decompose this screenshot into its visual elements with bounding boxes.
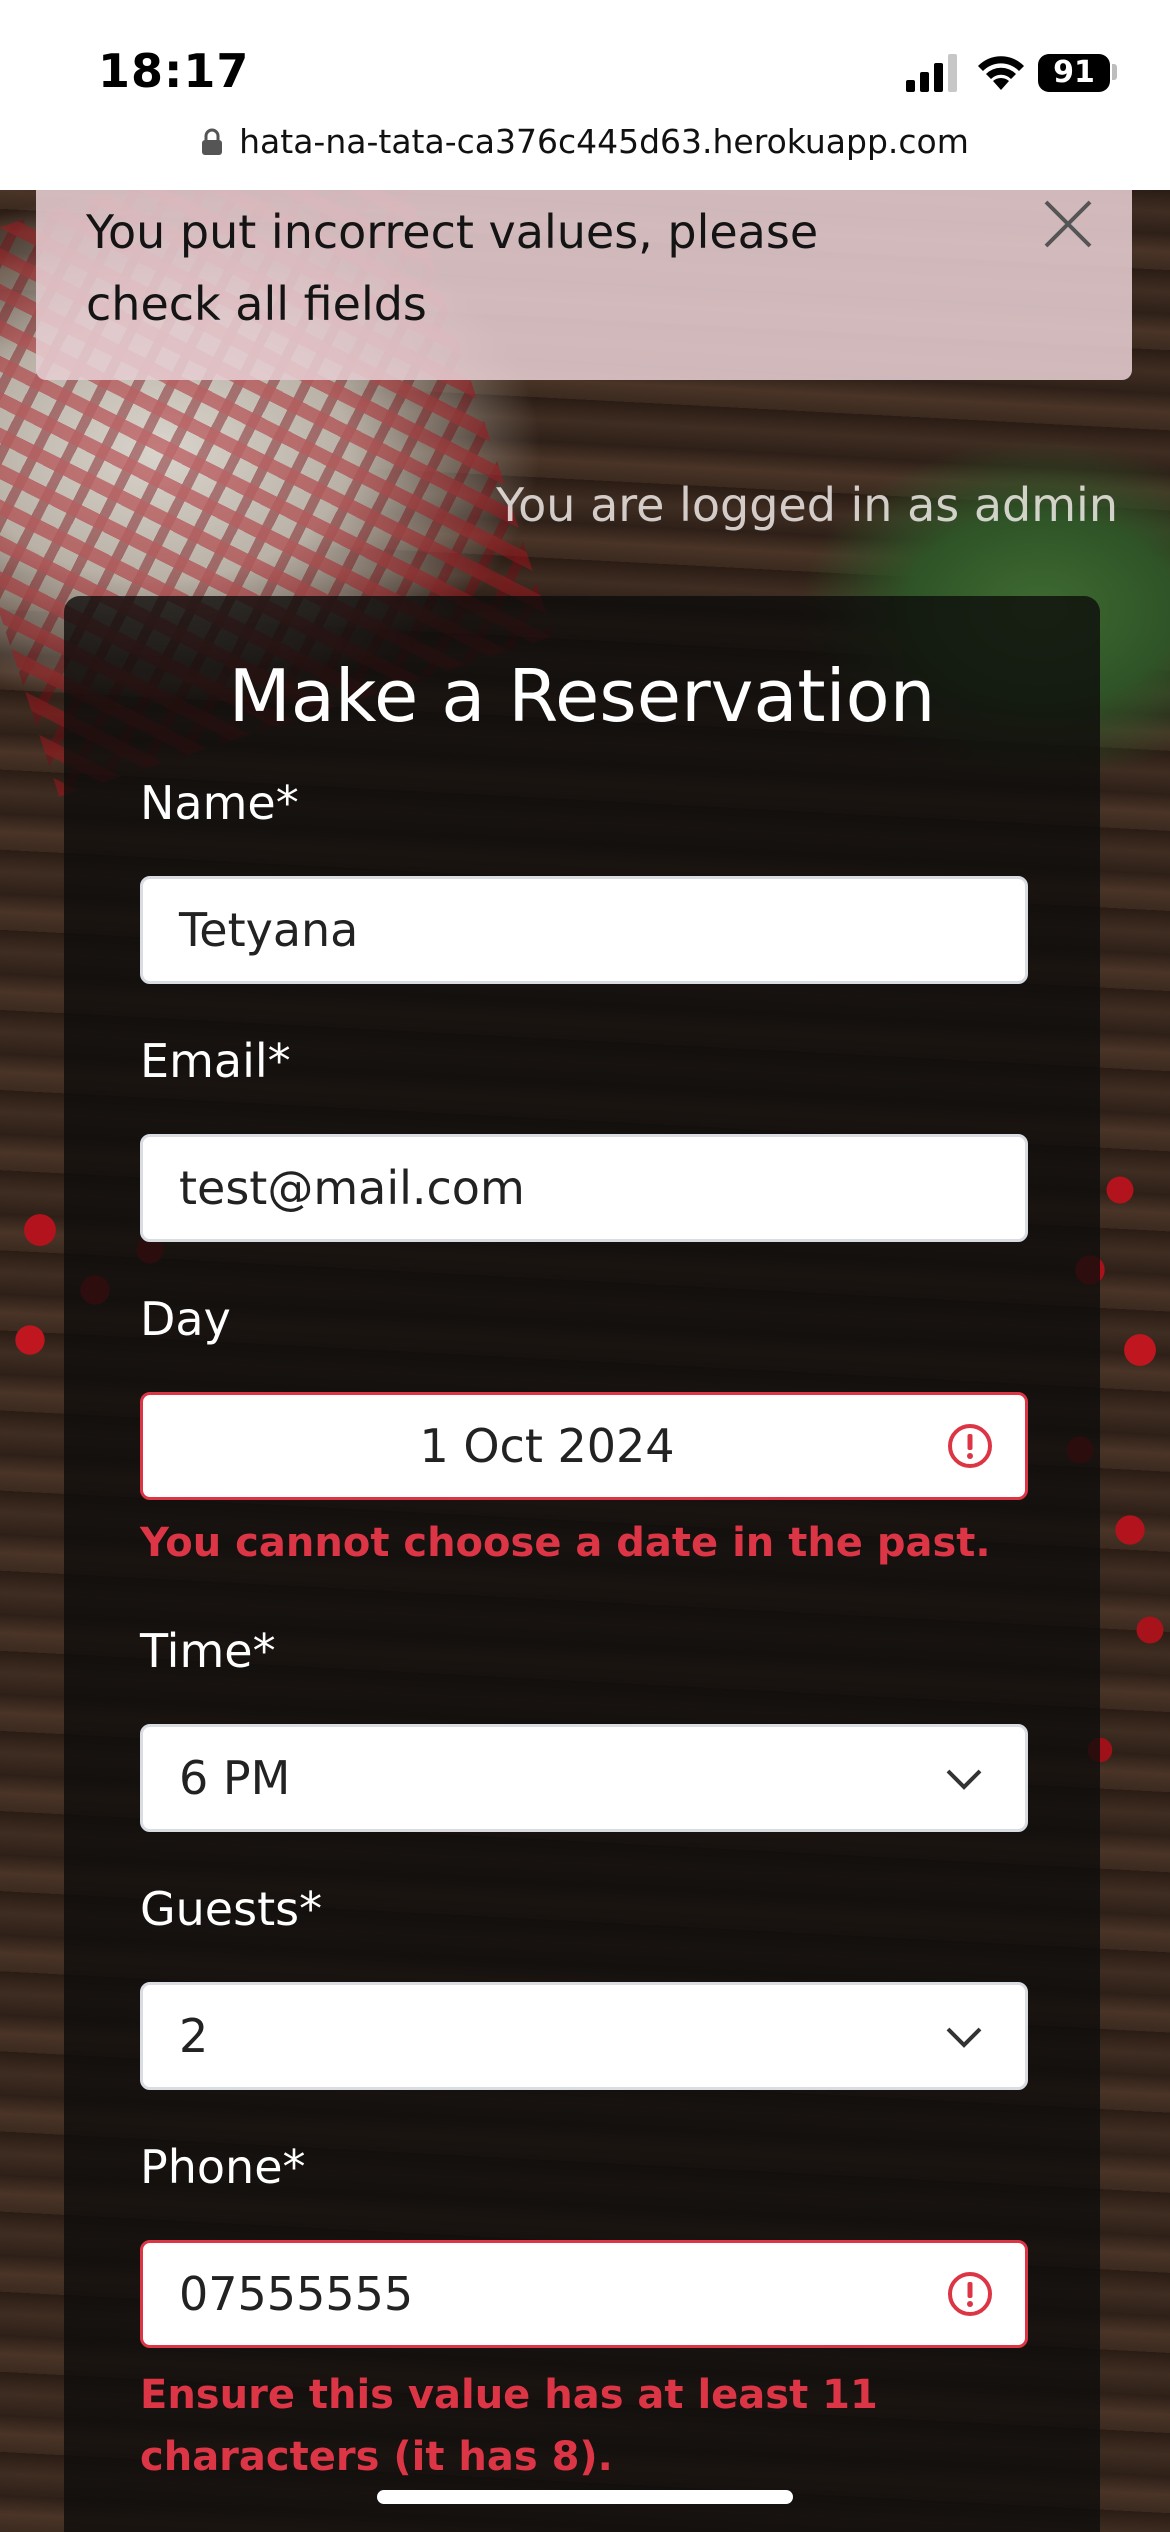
guests-label: Guests*: [140, 1882, 323, 1936]
url-text: hata-na-tata-ca376c445d63.herokuapp.com: [239, 122, 969, 161]
cellular-signal-icon: [906, 54, 957, 92]
email-input[interactable]: test@mail.com: [140, 1134, 1028, 1242]
chevron-down-icon: [946, 2027, 982, 2048]
error-icon: [948, 1424, 992, 1468]
battery-indicator: 91: [1038, 54, 1110, 92]
name-input[interactable]: Tetyana: [140, 876, 1028, 984]
day-error: You cannot choose a date in the past.: [140, 1520, 991, 1566]
guests-select[interactable]: 2: [140, 1982, 1028, 2090]
time-select[interactable]: 6 PM: [140, 1724, 1028, 1832]
close-icon[interactable]: [1040, 196, 1096, 252]
phone-input[interactable]: 07555555: [140, 2240, 1028, 2348]
reservation-form: Make a Reservation Name* Tetyana Email* …: [64, 596, 1100, 2532]
phone-error: Ensure this value has at least 11 charac…: [140, 2372, 878, 2480]
address-bar[interactable]: hata-na-tata-ca376c445d63.herokuapp.com: [0, 122, 1170, 161]
name-label: Name*: [140, 776, 299, 830]
login-status: You are logged in as admin: [496, 478, 1118, 532]
form-title: Make a Reservation: [228, 654, 936, 738]
day-label: Day: [140, 1292, 231, 1346]
alert-message: You put incorrect values, please check a…: [86, 205, 819, 331]
battery-cap: [1112, 64, 1117, 80]
error-icon: [948, 2272, 992, 2316]
email-label: Email*: [140, 1034, 291, 1088]
lock-icon: [202, 128, 223, 155]
phone-label: Phone*: [140, 2140, 306, 2194]
status-time: 18:17: [98, 44, 250, 98]
chevron-down-icon: [946, 1769, 982, 1790]
status-bar: 18:17 91 hata-na-tata-ca376c445d63.herok…: [0, 0, 1170, 190]
error-alert: You put incorrect values, please check a…: [36, 190, 1132, 380]
day-input[interactable]: 1 Oct 2024: [140, 1392, 1028, 1500]
wifi-icon: [978, 56, 1024, 90]
time-label: Time*: [140, 1624, 276, 1678]
home-indicator[interactable]: [377, 2490, 793, 2504]
